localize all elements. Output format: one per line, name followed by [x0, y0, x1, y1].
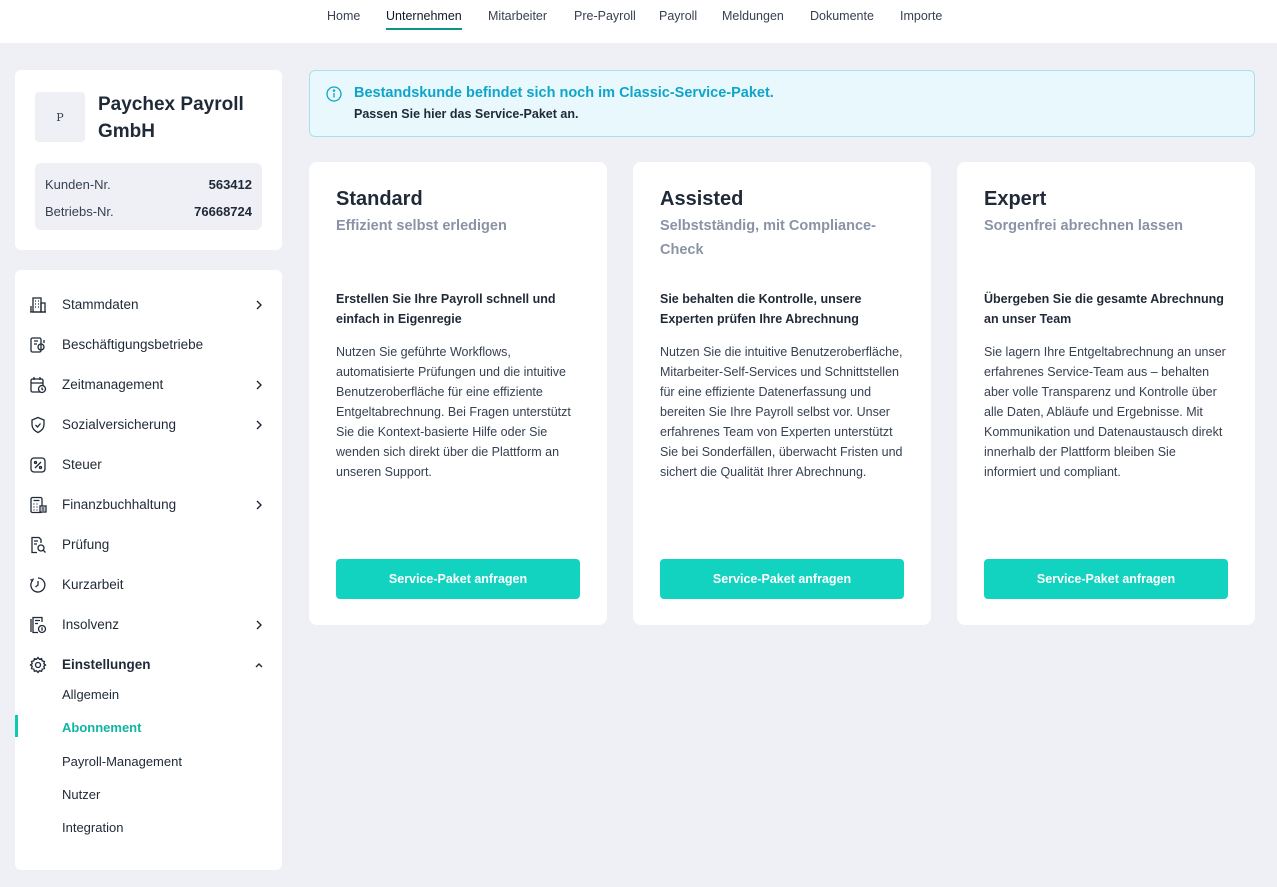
request-package-button[interactable]: Service-Paket anfragen	[984, 559, 1228, 599]
sidebar-item-label: Kurzarbeit	[62, 577, 124, 592]
chevron-right-icon	[256, 380, 262, 390]
subnav-label: Nutzer	[62, 787, 101, 802]
sidebar-item-finanzbuchhaltung[interactable]: Finanzbuchhaltung	[15, 487, 282, 523]
company-settings-icon	[30, 337, 45, 353]
building-icon	[30, 297, 46, 313]
subnav-payroll-management[interactable]: Payroll-Management	[15, 748, 282, 776]
plan-tagline: Selbstständig, mit Compliance-Check	[660, 218, 876, 258]
business-number-row: Betriebs-Nr. 76668724	[45, 204, 252, 224]
sidebar-item-kurzarbeit[interactable]: Kurzarbeit	[15, 567, 282, 603]
document-money-icon	[30, 616, 47, 634]
clock-icon	[30, 577, 46, 593]
plan-name: Expert	[984, 188, 1047, 210]
nav-payroll[interactable]: Payroll	[659, 9, 697, 28]
nav-importe[interactable]: Importe	[900, 9, 942, 28]
request-package-button[interactable]: Service-Paket anfragen	[660, 559, 904, 599]
plan-headline: Erstellen Sie Ihre Payroll schnell und e…	[336, 292, 556, 326]
document-search-icon	[31, 536, 46, 554]
nav-dokumente[interactable]: Dokumente	[810, 9, 874, 28]
sidebar-item-label: Sozialversicherung	[62, 417, 177, 432]
sidebar-item-label: Stammdaten	[62, 297, 139, 312]
nav-mitarbeiter[interactable]: Mitarbeiter	[488, 9, 547, 28]
sidebar-item-label: Finanzbuchhaltung	[62, 497, 177, 512]
plan-headline: Sie behalten die Kontrolle, unsere Exper…	[660, 292, 862, 326]
company-avatar: P	[35, 92, 85, 142]
chevron-right-icon	[256, 300, 262, 310]
company-ids: Kunden-Nr. 563412 Betriebs-Nr. 76668724	[35, 163, 262, 230]
sidebar-item-sozialversicherung[interactable]: Sozialversicherung	[15, 407, 282, 443]
nav-home[interactable]: Home	[327, 9, 360, 28]
banner-text: Passen Sie hier das Service-Paket an.	[354, 107, 579, 121]
chevron-right-icon	[256, 420, 262, 430]
plan-headline: Übergeben Sie die gesamte Abrechnung an …	[984, 292, 1224, 326]
customer-number-row: Kunden-Nr. 563412	[45, 177, 252, 197]
sidebar-item-label: Einstellungen	[62, 657, 151, 672]
plan-card-assisted: Assisted Selbstständig, mit Compliance-C…	[633, 162, 931, 625]
chevron-up-icon	[255, 663, 263, 668]
plan-name: Assisted	[660, 188, 744, 210]
sidebar-item-pruefung[interactable]: Prüfung	[15, 527, 282, 563]
info-banner: Bestandskunde befindet sich noch im Clas…	[309, 70, 1255, 137]
company-card: P Paychex Payroll GmbH Kunden-Nr. 563412…	[15, 70, 282, 250]
subnav-integration[interactable]: Integration	[15, 814, 282, 842]
plan-description: Nutzen Sie die intuitive Benutzeroberflä…	[660, 345, 903, 479]
nav-pre-payroll[interactable]: Pre-Payroll	[574, 9, 636, 28]
active-indicator	[15, 715, 18, 737]
sidebar-menu: Stammdaten Beschäftigungsbetriebe Zeitma…	[15, 270, 282, 870]
sidebar-item-einstellungen[interactable]: Einstellungen	[15, 647, 282, 683]
subnav-nutzer[interactable]: Nutzer	[15, 781, 282, 809]
customer-number-value: 563412	[208, 177, 252, 192]
sidebar-item-label: Zeitmanagement	[62, 377, 164, 392]
business-number-value: 76668724	[194, 204, 252, 219]
subnav-label: Integration	[62, 820, 124, 835]
sidebar-item-label: Steuer	[62, 457, 102, 472]
plan-tagline: Effizient selbst erledigen	[336, 218, 507, 234]
request-package-button[interactable]: Service-Paket anfragen	[336, 559, 580, 599]
chevron-right-icon	[256, 620, 262, 630]
customer-number-label: Kunden-Nr.	[45, 177, 111, 192]
subnav-label: Allgemein	[62, 687, 120, 702]
plan-card-standard: Standard Effizient selbst erledigen Erst…	[309, 162, 607, 625]
sidebar-item-insolvenz[interactable]: Insolvenz	[15, 607, 282, 643]
top-navigation: Home Unternehmen Mitarbeiter Pre-Payroll…	[0, 0, 1277, 43]
banner-title: Bestandskunde befindet sich noch im Clas…	[354, 85, 774, 101]
subnav-label: Abonnement	[62, 720, 142, 735]
plan-card-expert: Expert Sorgenfrei abrechnen lassen Überg…	[957, 162, 1255, 625]
calculator-icon	[30, 496, 47, 514]
gear-icon	[29, 656, 47, 674]
plan-description: Sie lagern Ihre Entgeltabrechnung an uns…	[984, 345, 1226, 479]
sidebar-item-label: Prüfung	[62, 537, 110, 552]
tax-icon	[30, 457, 46, 473]
subnav-label: Payroll-Management	[62, 754, 182, 769]
plan-description: Nutzen Sie geführte Workflows, automatis…	[336, 345, 571, 479]
sidebar-item-label: Insolvenz	[62, 617, 120, 632]
company-name: Paychex Payroll GmbH	[98, 94, 244, 142]
sidebar-item-zeitmanagement[interactable]: Zeitmanagement	[15, 367, 282, 403]
shield-icon	[31, 416, 45, 434]
info-icon	[326, 86, 342, 102]
sidebar-item-beschaeftigungsbetriebe[interactable]: Beschäftigungsbetriebe	[15, 327, 282, 363]
plan-tagline: Sorgenfrei abrechnen lassen	[984, 218, 1184, 234]
subnav-allgemein[interactable]: Allgemein	[15, 681, 282, 709]
nav-unternehmen[interactable]: Unternehmen	[386, 9, 462, 30]
chevron-right-icon	[256, 500, 262, 510]
calendar-clock-icon	[30, 377, 47, 394]
sidebar-item-label: Beschäftigungsbetriebe	[62, 337, 204, 352]
subnav-abonnement[interactable]: Abonnement	[15, 714, 282, 742]
business-number-label: Betriebs-Nr.	[45, 204, 114, 219]
sidebar-item-stammdaten[interactable]: Stammdaten	[15, 287, 282, 323]
sidebar-item-steuer[interactable]: Steuer	[15, 447, 282, 483]
nav-meldungen[interactable]: Meldungen	[722, 9, 784, 28]
plan-name: Standard	[336, 188, 423, 210]
